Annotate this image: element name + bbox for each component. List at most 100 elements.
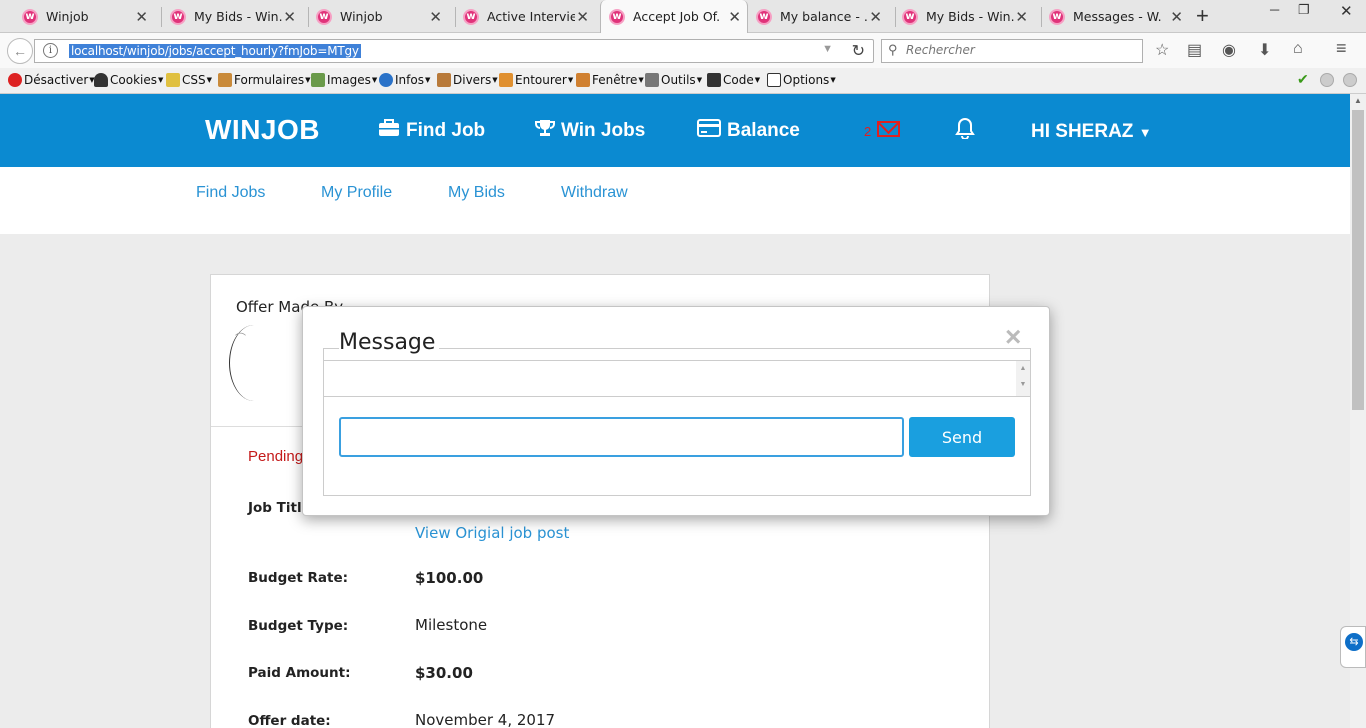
home-icon[interactable]: ⌂ [1293,40,1303,58]
browser-tab-bar: w Winjob ✕ w My Bids - Win... ✕ w Winjob… [0,0,1366,33]
wd-window-menu[interactable]: Fenêtre ▼ [576,73,644,87]
site-header: WINJOB Find Job Win Jobs Balance 2 HI SH… [0,94,1350,167]
images-icon [311,73,325,87]
wd-outline-menu[interactable]: Entourer ▼ [499,73,573,87]
browser-tab[interactable]: w Active Intervie... ✕ [463,0,595,33]
restore-icon[interactable]: ❐ [1298,2,1310,18]
wd-tools-menu[interactable]: Outils ▼ [645,73,702,87]
wd-disable-menu[interactable]: Désactiver ▼ [8,73,95,87]
back-arrow-icon[interactable]: ← [7,38,33,64]
nav-win-jobs[interactable]: Win Jobs [535,119,645,142]
bookmark-star-icon[interactable]: ☆ [1155,40,1169,60]
view-original-job-link[interactable]: View Origial job post [415,524,569,542]
info-icon[interactable]: i [43,43,58,58]
close-tab-icon[interactable]: ✕ [1015,8,1028,26]
offer-date-label: Offer date: [248,713,331,728]
browser-nav-bar: ← i localhost/winjob/jobs/accept_hourly?… [0,33,1366,68]
winjob-favicon-icon: w [170,8,186,25]
close-tab-icon[interactable]: ✕ [283,8,296,26]
message-count-badge: 2 [864,124,872,139]
wd-code-menu[interactable]: Code ▼ [707,73,760,87]
search-icon: ⚲ [888,42,898,57]
user-menu[interactable]: HI SHERAZ ▼ [1031,121,1152,143]
browser-tab[interactable]: w My Bids - Win... ✕ [902,0,1034,33]
code-icon [707,73,721,87]
wd-info-menu[interactable]: Infos ▼ [379,73,430,87]
budget-type-value: Milestone [415,616,488,634]
send-button[interactable]: Send [909,417,1015,457]
close-tab-icon[interactable]: ✕ [135,8,148,26]
minimize-icon[interactable]: ─ [1270,2,1279,17]
winjob-favicon-icon: w [609,8,625,25]
web-developer-toolbar: Désactiver ▼ Cookies ▼ CSS ▼ Formulaires ▼ I… [0,68,1366,94]
wd-forms-menu[interactable]: Formulaires ▼ [218,73,311,87]
close-tab-icon[interactable]: ✕ [1170,8,1183,26]
url-bar[interactable]: i localhost/winjob/jobs/accept_hourly?fm… [34,39,874,63]
url-dropdown-icon[interactable]: ▼ [822,43,833,55]
paid-amount-label: Paid Amount: [248,665,351,681]
budget-type-label: Budget Type: [248,618,349,634]
chat-scrollbar[interactable]: ▲ ▼ [1016,361,1030,396]
bell-icon[interactable] [955,117,975,145]
credit-card-icon [697,119,721,142]
window-icon [576,73,590,87]
close-tab-icon[interactable]: ✕ [429,8,442,26]
site-logo[interactable]: WINJOB [205,114,320,146]
subnav-my-profile[interactable]: My Profile [321,184,392,202]
offer-date-value: November 4, 2017 [415,711,556,728]
wd-options-menu[interactable]: Options ▼ [767,73,836,87]
chat-messages-area[interactable]: ▲ ▼ [324,360,1030,397]
browser-tab[interactable]: w Winjob ✕ [22,0,154,33]
window-close-icon[interactable]: ✕ [1340,2,1353,20]
message-input[interactable] [339,417,904,457]
subnav-withdraw[interactable]: Withdraw [561,184,628,202]
subnav-find-jobs[interactable]: Find Jobs [196,184,265,202]
broken-image-icon: ⌒ [235,333,246,345]
subnav-my-bids[interactable]: My Bids [448,184,505,202]
browser-tab-active[interactable]: w Accept Job Of... ✕ [600,0,748,33]
wd-css-menu[interactable]: CSS ▼ [166,73,212,87]
reader-list-icon[interactable]: ▤ [1187,40,1202,60]
winjob-favicon-icon: w [22,8,38,25]
forms-icon [218,73,232,87]
wd-cookies-menu[interactable]: Cookies ▼ [94,73,163,87]
download-icon[interactable]: ⬇ [1258,40,1271,60]
caret-down-icon: ▼ [1138,125,1152,140]
search-input[interactable] [906,43,1126,57]
close-tab-icon[interactable]: ✕ [576,8,589,26]
browser-tab[interactable]: w My Bids - Win... ✕ [170,0,302,33]
status-dot-icon [1320,73,1334,87]
reload-icon[interactable]: ↻ [852,41,865,61]
scroll-up-arrow-icon[interactable]: ▲ [1354,96,1362,105]
url-text[interactable]: localhost/winjob/jobs/accept_hourly?fmJo… [69,44,361,58]
budget-rate-value: $100.00 [415,569,484,587]
close-tab-icon[interactable]: ✕ [869,8,882,26]
winjob-favicon-icon: w [316,8,332,25]
nav-find-job[interactable]: Find Job [378,119,485,142]
message-modal: Message × ▲ ▼ Send [302,306,1050,516]
trophy-icon [535,119,555,142]
envelope-icon[interactable] [877,121,900,137]
scrollbar-thumb[interactable] [1352,110,1364,410]
tools-icon [645,73,659,87]
teamviewer-widget[interactable]: ⇆ [1340,626,1366,668]
disable-icon [8,73,22,87]
briefcase-icon [378,119,400,142]
nav-balance[interactable]: Balance [697,119,800,142]
browser-tab[interactable]: w Winjob ✕ [316,0,448,33]
menu-hamburger-icon[interactable]: ≡ [1336,38,1347,59]
wd-misc-menu[interactable]: Divers ▼ [437,73,498,87]
css-icon [166,73,180,87]
browser-tab[interactable]: w My balance - ... ✕ [756,0,888,33]
wd-images-menu[interactable]: Images ▼ [311,73,377,87]
search-box[interactable]: ⚲ [881,39,1143,63]
browser-tab[interactable]: w Messages - W... ✕ [1049,0,1189,33]
winjob-favicon-icon: w [902,8,918,25]
pocket-icon[interactable]: ◉ [1222,40,1236,60]
chat-container: ▲ ▼ Send [323,348,1031,496]
winjob-favicon-icon: w [756,8,772,25]
check-icon: ✔ [1297,71,1309,87]
new-tab-plus-icon[interactable]: + [1196,3,1209,29]
info-icon [379,73,393,87]
close-tab-icon[interactable]: ✕ [728,8,741,26]
